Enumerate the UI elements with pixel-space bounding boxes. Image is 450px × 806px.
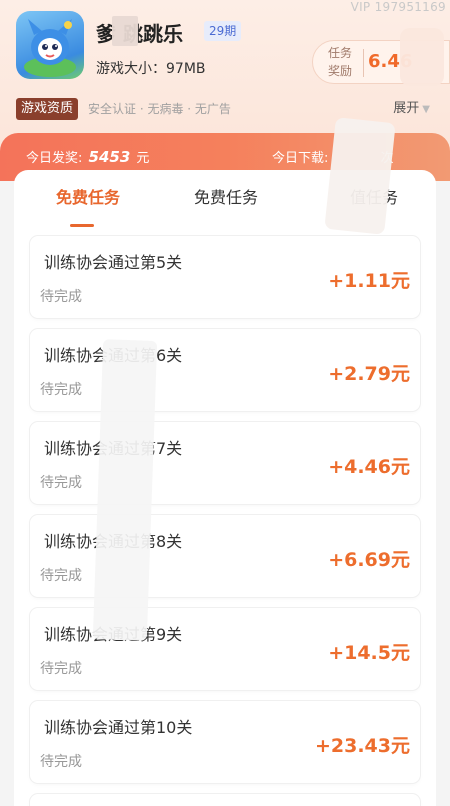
tab-free-task[interactable]: 免费任务 (56, 184, 120, 208)
game-size-label: 游戏大小：97MB (96, 61, 206, 77)
task-item[interactable]: 训练协会通过第7关 待完成 +4.46元 (30, 422, 420, 504)
task-status: 待完成 (40, 382, 82, 398)
app-title: 爹 跳跳乐 (96, 22, 183, 46)
task-item[interactable]: 训练协会通过第10关 待完成 +23.43元 (30, 701, 420, 783)
qualification-row: 游戏资质 安全认证 · 无病毒 · 无广告 展开 ▼ (16, 98, 436, 120)
period-badge: 29期 (204, 21, 242, 41)
task-item[interactable]: 训练协会通过第6关 待完成 +2.79元 (30, 329, 420, 411)
today-prize-value: 5453 (88, 148, 131, 166)
task-item[interactable]: 训练协会通过第9关 待完成 +14.5元 (30, 608, 420, 690)
active-tab-indicator (70, 224, 94, 227)
task-status: 待完成 (40, 754, 82, 770)
task-item[interactable]: 训练协会通过第5关 待完成 +1.11元 (30, 236, 420, 318)
redaction-blur (92, 339, 158, 641)
today-download-label: 今日下载: (272, 151, 329, 166)
task-amount: +23.43元 (314, 735, 410, 757)
task-amount: +6.69元 (328, 549, 410, 571)
task-item[interactable] (30, 794, 420, 806)
task-status: 待完成 (40, 661, 82, 677)
today-prize: 今日发奖: 5453 元 (26, 147, 149, 166)
app-icon[interactable] (16, 11, 84, 79)
task-amount: +4.46元 (328, 456, 410, 478)
task-amount: +1.11元 (328, 270, 410, 292)
qualification-tag: 游戏资质 (16, 98, 79, 120)
task-title: 训练协会通过第5关 (44, 253, 183, 272)
task-status: 待完成 (40, 475, 82, 491)
redaction-blur (324, 117, 396, 235)
chevron-down-icon: ▼ (422, 104, 430, 115)
qualification-items: 安全认证 · 无病毒 · 无广告 (88, 102, 231, 116)
task-panel: 免费任务 免费任务 值任务 训练协会通过第5关 待完成 +1.11元 训练协会通… (14, 170, 436, 806)
task-status: 待完成 (40, 568, 82, 584)
redaction-blur (400, 28, 444, 86)
reward-label: 任务奖励 (327, 46, 352, 78)
task-item[interactable]: 训练协会通过第8关 待完成 +6.69元 (30, 515, 420, 597)
reward-divider (363, 49, 364, 77)
today-prize-label: 今日发奖: (26, 151, 83, 166)
task-title: 训练协会通过第10关 (44, 718, 193, 737)
today-prize-unit: 元 (136, 151, 150, 166)
expand-button[interactable]: 展开 ▼ (393, 99, 430, 120)
task-amount: +2.79元 (328, 363, 410, 385)
task-amount: +14.5元 (328, 642, 410, 664)
expand-label: 展开 (393, 101, 420, 116)
redaction-blur (112, 16, 138, 46)
watermark: VIP 197951169 (350, 0, 446, 14)
task-status: 待完成 (40, 289, 82, 305)
mascot-icon (24, 19, 76, 77)
tab-free-task-2[interactable]: 免费任务 (194, 184, 258, 208)
